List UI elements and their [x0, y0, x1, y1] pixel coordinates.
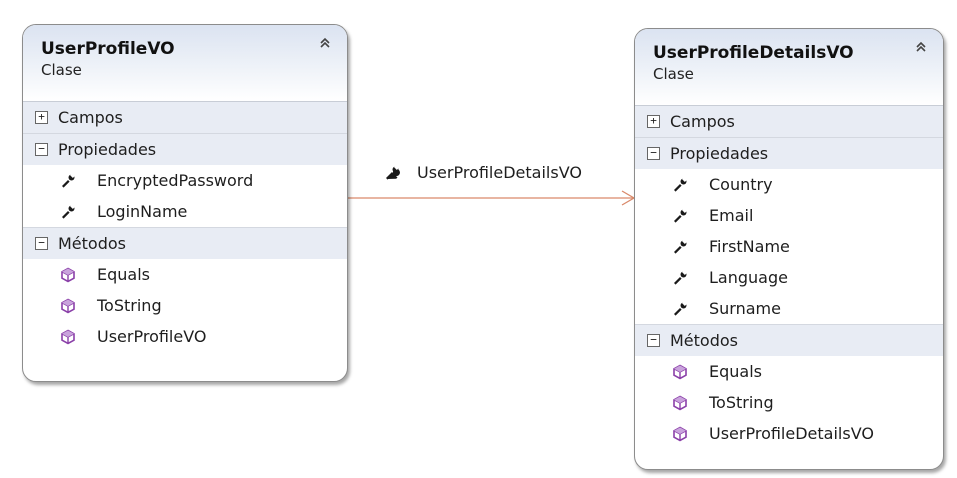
association-label-text: UserProfileDetailsVO	[417, 163, 582, 182]
member-row[interactable]: Country	[635, 169, 943, 200]
property-wrench-icon	[59, 203, 77, 221]
member-label: UserProfileDetailsVO	[709, 424, 874, 443]
expand-plus-icon[interactable]: +	[647, 115, 660, 128]
property-wrench-icon	[383, 164, 401, 182]
class-header[interactable]: UserProfileVO Clase	[23, 25, 347, 102]
association-label[interactable]: UserProfileDetailsVO	[383, 163, 582, 182]
member-label: Language	[709, 268, 788, 287]
property-wrench-icon	[59, 172, 77, 190]
class-name: UserProfileVO	[41, 39, 175, 59]
method-cube-icon	[671, 363, 689, 381]
member-label: Equals	[709, 362, 762, 381]
member-row[interactable]: ToString	[635, 387, 943, 418]
collapse-minus-icon[interactable]: −	[35, 143, 48, 156]
group-campos[interactable]: + Campos	[23, 102, 347, 133]
method-cube-icon	[59, 328, 77, 346]
member-row[interactable]: UserProfileDetailsVO	[635, 418, 943, 449]
group-label: Propiedades	[58, 140, 157, 159]
member-label: Country	[709, 175, 773, 194]
member-row[interactable]: Surname	[635, 293, 943, 324]
class-box-userprofiledetailsvo[interactable]: UserProfileDetailsVO Clase + Campos − Propi…	[634, 28, 944, 470]
class-box-userprofilevo[interactable]: UserProfileVO Clase + Campos − Propiedades E…	[22, 24, 348, 382]
property-wrench-icon	[671, 238, 689, 256]
property-wrench-icon	[671, 300, 689, 318]
group-label: Campos	[670, 112, 735, 131]
group-campos[interactable]: + Campos	[635, 106, 943, 137]
group-label: Propiedades	[670, 144, 769, 163]
group-label: Campos	[58, 108, 123, 127]
group-m-todos[interactable]: − Métodos	[23, 228, 347, 259]
class-kind: Clase	[41, 61, 82, 79]
class-header[interactable]: UserProfileDetailsVO Clase	[635, 29, 943, 106]
group-m-todos[interactable]: − Métodos	[635, 325, 943, 356]
property-wrench-icon	[671, 176, 689, 194]
method-cube-icon	[671, 425, 689, 443]
member-label: LoginName	[97, 202, 188, 221]
group-label: Métodos	[58, 234, 126, 253]
collapse-minus-icon[interactable]: −	[35, 237, 48, 250]
member-row[interactable]: Language	[635, 262, 943, 293]
member-row[interactable]: Equals	[635, 356, 943, 387]
member-label: ToString	[97, 296, 162, 315]
member-row[interactable]: Email	[635, 200, 943, 231]
class-name: UserProfileDetailsVO	[653, 43, 854, 63]
method-cube-icon	[59, 266, 77, 284]
member-row[interactable]: FirstName	[635, 231, 943, 262]
group-propiedades[interactable]: − Propiedades	[23, 134, 347, 165]
group-label: Métodos	[670, 331, 738, 350]
member-label: EncryptedPassword	[97, 171, 254, 190]
collapse-chevron-icon[interactable]	[319, 37, 331, 52]
class-kind: Clase	[653, 65, 694, 83]
member-label: Email	[709, 206, 754, 225]
member-row[interactable]: ToString	[23, 290, 347, 321]
member-label: Surname	[709, 299, 781, 318]
member-row[interactable]: Equals	[23, 259, 347, 290]
member-row[interactable]: EncryptedPassword	[23, 165, 347, 196]
property-wrench-icon	[671, 207, 689, 225]
member-row[interactable]: LoginName	[23, 196, 347, 227]
property-wrench-icon	[671, 269, 689, 287]
collapse-minus-icon[interactable]: −	[647, 334, 660, 347]
class-body: + Campos − Propiedades EncryptedPassword Logi…	[23, 102, 347, 352]
expand-plus-icon[interactable]: +	[35, 111, 48, 124]
group-propiedades[interactable]: − Propiedades	[635, 138, 943, 169]
member-label: ToString	[709, 393, 774, 412]
member-label: Equals	[97, 265, 150, 284]
method-cube-icon	[671, 394, 689, 412]
collapse-minus-icon[interactable]: −	[647, 147, 660, 160]
method-cube-icon	[59, 297, 77, 315]
collapse-chevron-icon[interactable]	[915, 41, 927, 56]
member-label: FirstName	[709, 237, 790, 256]
member-row[interactable]: UserProfileVO	[23, 321, 347, 352]
member-label: UserProfileVO	[97, 327, 207, 346]
class-body: + Campos − Propiedades Country Email FirstName…	[635, 106, 943, 449]
